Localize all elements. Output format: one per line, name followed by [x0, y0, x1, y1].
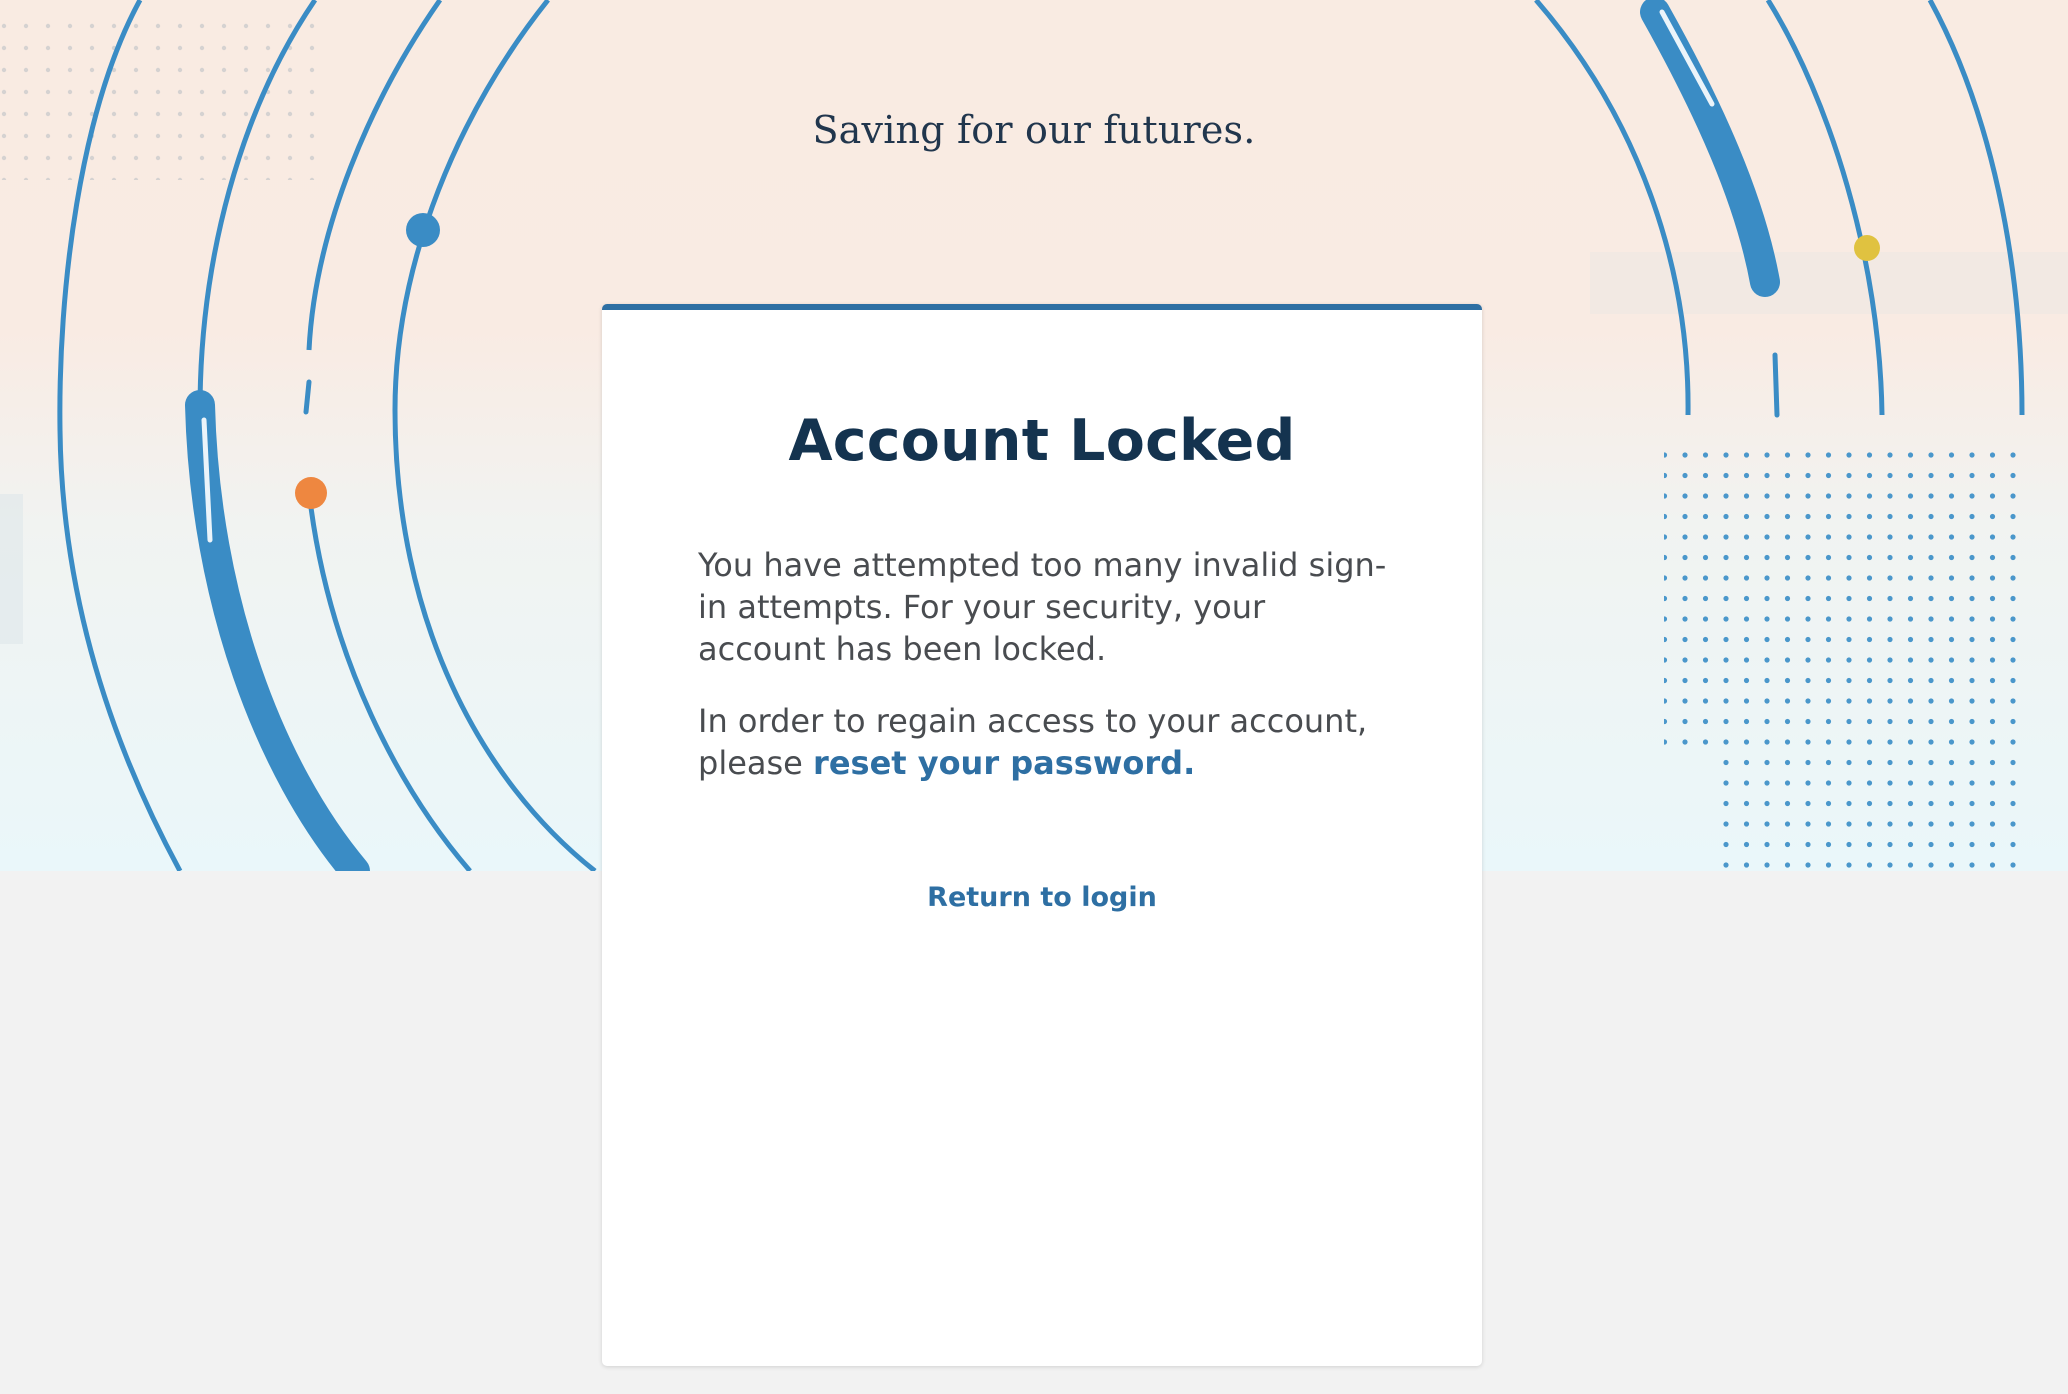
decorative-dot — [406, 213, 440, 247]
arc-line — [1765, 0, 1885, 416]
reset-password-link[interactable]: reset your password. — [813, 744, 1195, 782]
decorative-dot — [295, 477, 327, 509]
account-locked-card: Account Locked You have attempted too ma… — [602, 304, 1482, 1366]
decorative-dot — [1854, 235, 1880, 261]
dot-grid — [1664, 447, 2026, 757]
arc-line-thick — [185, 390, 370, 871]
arc-line — [303, 379, 312, 415]
regain-access-message: In order to regain access to your accoun… — [698, 700, 1398, 784]
arc-line — [1927, 0, 2025, 416]
dot-grid — [1720, 757, 2026, 871]
page-title: Account Locked — [788, 408, 1296, 474]
dot-grid — [0, 20, 330, 180]
arc-line — [1772, 352, 1780, 418]
lockout-message: You have attempted too many invalid sign… — [698, 546, 1387, 668]
arc-line — [307, 499, 472, 871]
return-to-login-link[interactable]: Return to login — [602, 882, 1482, 913]
tagline: Saving for our futures. — [812, 108, 1256, 152]
